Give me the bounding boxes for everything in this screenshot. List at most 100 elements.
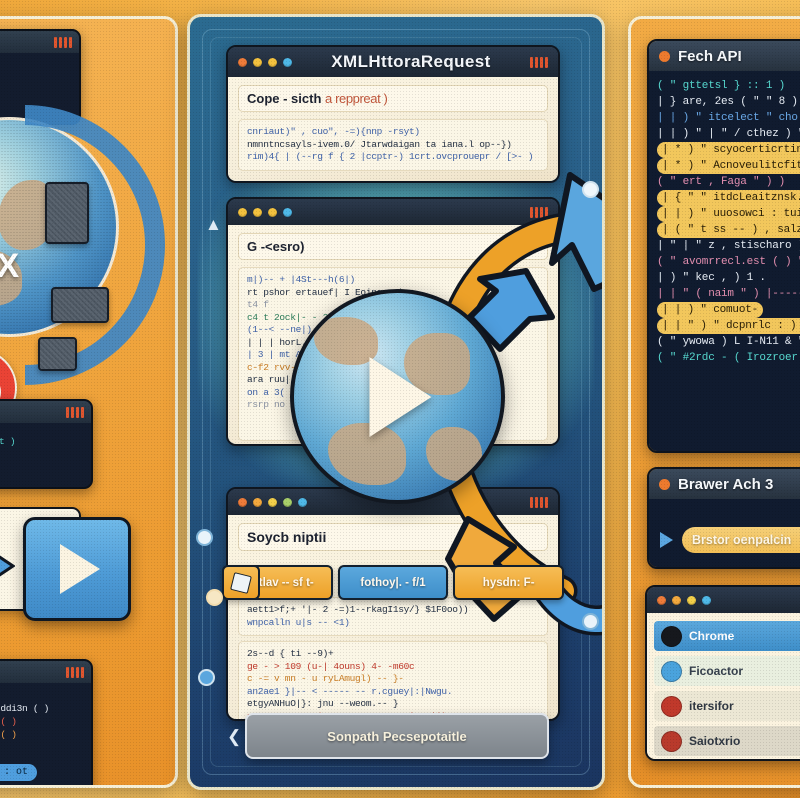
browser-list-window[interactable]: Chrome ✖ Ficoactor ✕ itersifor ✗ <box>645 585 800 761</box>
browser-compat-titlebar: Brawer Ach 3 <box>649 469 800 499</box>
code-pill: | * ) " scyocerticrtin 1. <box>657 142 800 158</box>
traffic-light-minimize[interactable] <box>253 57 262 67</box>
traffic-light-minimize[interactable] <box>672 595 681 605</box>
browser-name: Ficoactor <box>689 664 744 678</box>
browser-row-explorer[interactable]: itersifor ✗ <box>654 691 800 721</box>
code-line: |$ poau = c$+ ] ) <box>0 84 71 97</box>
browser-name: Saiotxrio <box>689 734 741 748</box>
left-bottom-titlebar <box>0 661 91 683</box>
chevron-up-icon[interactable]: ▲ <box>205 215 222 235</box>
signal-dots-icon <box>66 666 84 678</box>
code-line: nmnntncsayls-ivem.0/ Jtarwdaigan ta iana… <box>247 138 512 150</box>
compat-banner-pill[interactable]: Brstor oenpalcin <box>682 527 800 553</box>
tab-leading-chip-icon[interactable] <box>222 565 260 600</box>
left-mid-titlebar <box>0 401 91 423</box>
globe-sphere <box>290 289 505 504</box>
traffic-light-maximize[interactable] <box>687 595 696 605</box>
code-line: cnriaut)" , cuo", -=){nnp -rsyt) <box>247 126 420 137</box>
code-line: nn \ ( )ntnnr12 9bEnnddi3n ( ) <box>0 703 50 714</box>
browser-name: Chrome <box>689 629 735 643</box>
left-bottom-code-body: -- 17 (,iectuunnu4 ) nn \ ( )ntnnr12 9bE… <box>0 683 91 785</box>
method-tabs: fontlav -- sf t- fothoy|. - f/1 hysdn: F… <box>222 565 565 600</box>
browser-compat-body: Brstor oenpalcin <box>649 499 800 567</box>
code-line: nu.tcnnnol ) gesnyn< ( ) <box>0 729 17 740</box>
connector-nub-left-top <box>196 529 213 546</box>
xhr-titlebar: XMLHttoraRequest <box>228 47 558 77</box>
tab-option-3[interactable]: hysdn: F- <box>453 565 565 600</box>
code-line: nnponnol ] noerhnnr. ( ) <box>0 716 17 727</box>
xhr-window[interactable]: XMLHttoraRequest Cope - sicth a reppreat… <box>226 45 560 183</box>
browser-compat-window[interactable]: Brawer Ach 3 Brstor oenpalcin <box>647 467 800 569</box>
code-line: | | ) " | " / cthez ) " <box>657 128 800 140</box>
code-line: ( " #2rdc - ( Irozroer <box>657 352 798 364</box>
code-line: 2s--d { ti --9)+ <box>247 648 334 659</box>
xhr-heading-mute: a reppreat ) <box>325 91 388 106</box>
traffic-light-maximize[interactable] <box>268 207 277 217</box>
code-line: c -= v mn - u ryLAmugl) -- }- <box>247 673 404 684</box>
left-bottom-pill-button[interactable]: ot - Jitgirtchrgl : ot <box>0 764 38 781</box>
async-code-box-b: 2s--d { ti --9)+ ge - > 109 (u-| 4ouns) … <box>238 641 548 719</box>
code-line: | { " " itdcLeaitznsk.L <box>657 190 800 206</box>
tab-option-2[interactable]: fothoy|. - f/1 <box>337 565 449 600</box>
code-line: | | " ) " dcpnrlc : ) ) <box>657 318 800 334</box>
left-mid-code-window[interactable]: ( stlec -- gort2) : t ) | ayhowul = L1.t… <box>0 399 93 489</box>
safari-icon <box>661 730 682 752</box>
code-line: | } are, 2es ( " " 8 ) <box>657 96 798 108</box>
traffic-light-minimize[interactable] <box>253 497 262 507</box>
code-line: | * ) " Acnoveulitcfith |- <box>657 158 800 174</box>
code-pill: | | ) " comuot- <box>657 302 764 318</box>
traffic-light-extra[interactable] <box>283 57 292 67</box>
code-pill: | ( " t ss -- ) , salzault <box>657 222 800 238</box>
code-line: -- wiorru ) <box>0 741 83 754</box>
left-top-code-body: , ` 9, |$ poau = c$+ ] ) <box>0 53 79 103</box>
xhr-heading-text: Cope - sicth <box>247 91 322 106</box>
code-pill: | * ) " Acnoveulitcfith |- <box>657 158 800 174</box>
code-line: ( " ert , Faga " ) ) <box>657 176 786 188</box>
traffic-light-close[interactable] <box>238 207 247 217</box>
fetch-api-window[interactable]: Fech API ( " gttetsl } :: 1 ) | } are, 2… <box>647 39 800 453</box>
globe-graphic <box>290 289 505 504</box>
traffic-light-close[interactable] <box>238 497 247 507</box>
traffic-light-extra[interactable] <box>702 595 711 605</box>
code-line: | * ) " scyocerticrtin 1. <box>657 142 800 158</box>
traffic-light-close[interactable] <box>657 595 666 605</box>
left-panel: , ` 9, |$ poau = c$+ ] ) JAX ( stlec -- … <box>0 16 178 788</box>
chrome-icon <box>661 625 682 647</box>
status-dot-icon <box>659 478 670 490</box>
chevron-left-icon[interactable]: ❮ <box>227 727 241 747</box>
fetch-api-titlebar: Fech API <box>649 41 800 71</box>
browser-row-firefox[interactable]: Ficoactor ✕ <box>654 656 800 686</box>
play-triangle-icon[interactable] <box>368 356 431 437</box>
left-bottom-code-window[interactable]: -- 17 (,iectuunnu4 ) nn \ ( )ntnnr12 9bE… <box>0 659 93 785</box>
traffic-light-maximize[interactable] <box>268 497 277 507</box>
traffic-light-maximize[interactable] <box>268 57 277 67</box>
connector-nub-right-top <box>582 181 599 198</box>
right-panel: Fech API ( " gttetsl } :: 1 ) | } are, 2… <box>628 16 800 788</box>
fetch-api-title: Fech API <box>678 47 742 65</box>
code-line: | | ) " uuosowci : tuirk : t <box>657 206 800 222</box>
fetch-api-code-body: ( " gttetsl } :: 1 ) | } are, 2es ( " " … <box>649 71 800 451</box>
ajax-brand-label: JAX <box>0 247 20 286</box>
footer-action-button[interactable]: Sonpath Pecsepotaitle <box>245 713 549 759</box>
signal-dots-icon <box>66 406 84 418</box>
xhr-code-box: cnriaut)" , cuo", -=){nnp -rsyt) nmnntnc… <box>238 119 548 171</box>
browser-name: itersifor <box>689 699 734 713</box>
browser-row-chrome[interactable]: Chrome ✖ <box>654 621 800 651</box>
chip-block-2 <box>51 287 109 323</box>
traffic-light-extra[interactable] <box>283 207 292 217</box>
firefox-icon <box>661 660 682 682</box>
code-line: | ) " kec , ) 1 . <box>657 272 766 284</box>
code-line: ( " avomrrecl.est ( ) " , <box>657 256 800 268</box>
play-triangle-icon[interactable] <box>660 532 673 548</box>
center-panel: XMLHttoraRequest Cope - sicth a reppreat… <box>187 14 605 790</box>
traffic-light-close[interactable] <box>238 57 247 67</box>
code-line: an2ae1 }|-- < ----- -- r.cguey|:|Nwgu. <box>247 685 453 697</box>
traffic-light-minimize[interactable] <box>253 207 262 217</box>
code-line: | ayhowul = L1.t ) <box>0 456 83 469</box>
code-line: , ` 9, <box>0 63 71 76</box>
code-line: ( " ywowa ) L I-N11 & " ) <box>657 336 800 348</box>
play-button[interactable] <box>23 517 131 621</box>
xhr-code-body: Cope - sicth a reppreat ) cnriaut)" , cu… <box>228 77 558 181</box>
code-line: -- 17 (,iectuunnu4 ) <box>0 689 83 702</box>
browser-row-safari[interactable]: Saiotxrio ✗ <box>654 726 800 756</box>
